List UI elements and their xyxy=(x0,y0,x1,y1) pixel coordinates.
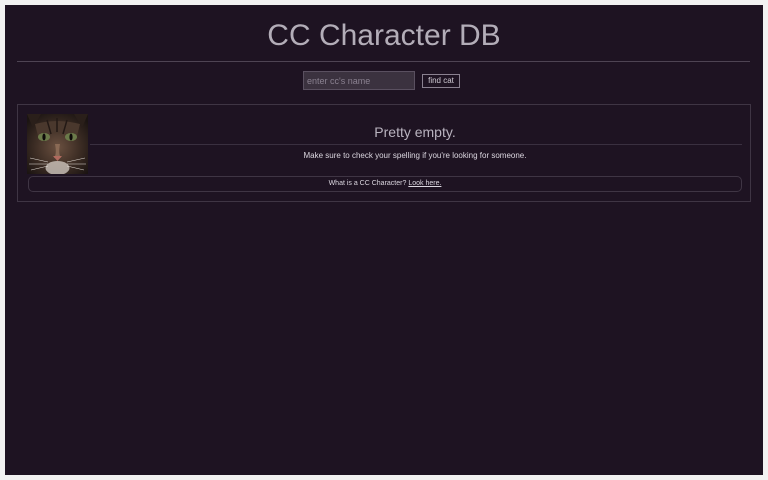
info-text: What is a CC Character? xyxy=(328,180,407,187)
info-bar: What is a CC Character? Look here. xyxy=(28,176,742,192)
page-frame: CC Character DB find cat xyxy=(5,5,763,475)
cat-face-icon xyxy=(27,114,88,174)
look-here-link[interactable]: Look here. xyxy=(408,180,441,187)
result-divider xyxy=(90,144,742,145)
result-message: Make sure to check your spelling if you'… xyxy=(303,151,527,160)
page-title: CC Character DB xyxy=(267,19,501,52)
find-cat-button[interactable]: find cat xyxy=(422,74,460,88)
search-bar: find cat xyxy=(5,71,763,91)
result-panel: Pretty empty. Make sure to check your sp… xyxy=(17,104,751,202)
cat-avatar-image xyxy=(27,114,88,174)
result-heading: Pretty empty. xyxy=(374,124,456,140)
search-input[interactable] xyxy=(303,71,415,90)
title-divider xyxy=(17,61,750,62)
